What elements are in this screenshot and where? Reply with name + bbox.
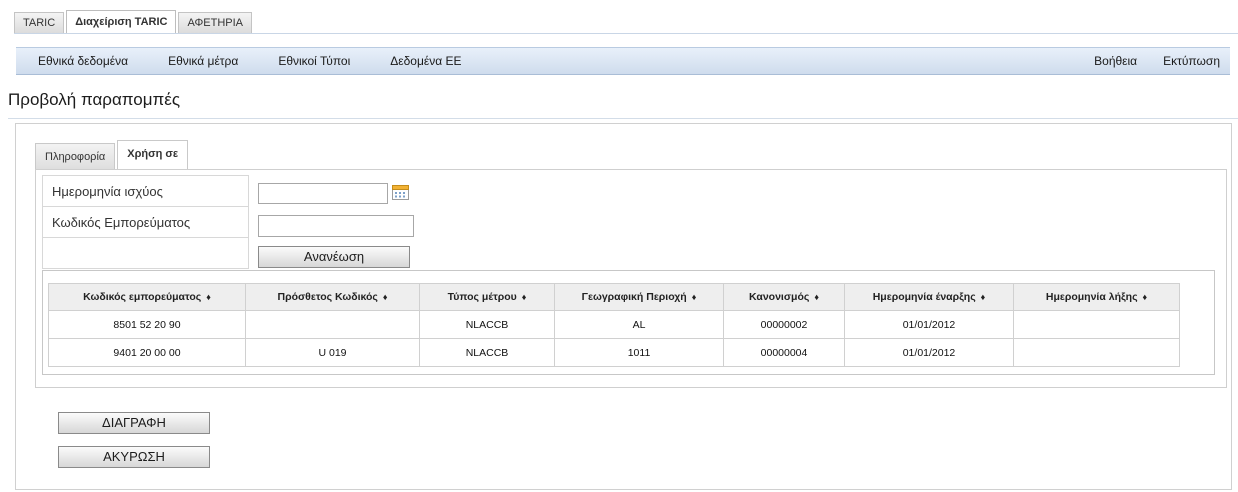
calendar-icon[interactable]	[392, 185, 409, 200]
top-tab-divider	[14, 33, 1238, 34]
col-header-measure-type[interactable]: Τύπος μέτρου ♦	[419, 283, 555, 311]
cell-start-date: 01/01/2012	[844, 338, 1014, 367]
cell-commodity-code: 9401 20 00 00	[48, 338, 246, 367]
table-header-row: Κωδικός εμπορεύματος ♦ Πρόσθετος Κωδικός ♦…	[48, 283, 1180, 311]
col-header-label: Κωδικός εμπορεύματος	[83, 291, 202, 303]
menu-item-print[interactable]: Εκτύπωση	[1163, 54, 1220, 68]
cell-additional-code: U 019	[245, 338, 420, 367]
commodity-code-input[interactable]	[258, 215, 414, 237]
title-divider	[8, 118, 1238, 119]
cell-commodity-code: 8501 52 20 90	[48, 310, 246, 339]
cell-regulation: 00000004	[723, 338, 845, 367]
menu-item-help[interactable]: Βοήθεια	[1094, 54, 1137, 68]
col-header-label: Γεωγραφική Περιοχή	[581, 291, 687, 303]
date-label: Ημερομηνία ισχύος	[42, 175, 249, 207]
sort-icon[interactable]: ♦	[1143, 292, 1148, 302]
cell-geo-area: AL	[554, 310, 724, 339]
cell-end-date	[1013, 338, 1180, 367]
cell-measure-type: NLACCB	[419, 338, 555, 367]
sort-icon[interactable]: ♦	[692, 292, 697, 302]
col-header-geo-area[interactable]: Γεωγραφική Περιοχή ♦	[554, 283, 724, 311]
table-row[interactable]: 8501 52 20 90 NLACCB AL 00000002 01/01/2…	[48, 310, 1180, 339]
refresh-button[interactable]: Ανανέωση	[258, 246, 410, 268]
table-row[interactable]: 9401 20 00 00 U 019 NLACCB 1011 00000004…	[48, 338, 1180, 367]
col-header-label: Ημερομηνία έναρξης	[872, 291, 976, 303]
menu-item-national-measures[interactable]: Εθνικά μέτρα	[168, 54, 238, 68]
cancel-button[interactable]: ΑΚΥΡΩΣΗ	[58, 446, 210, 468]
sort-icon[interactable]: ♦	[814, 292, 819, 302]
cell-additional-code	[245, 310, 420, 339]
sort-icon[interactable]: ♦	[981, 292, 986, 302]
page-title: Προβολή παραπομπές	[8, 90, 181, 109]
col-header-additional-code[interactable]: Πρόσθετος Κωδικός ♦	[245, 283, 420, 311]
tab-information[interactable]: Πληροφορία	[35, 143, 116, 169]
menu-left-group: Εθνικά δεδομένα Εθνικά μέτρα Εθνικοί Τύπ…	[16, 54, 480, 68]
results-table: Κωδικός εμπορεύματος ♦ Πρόσθετος Κωδικός ♦…	[48, 283, 1180, 367]
cell-end-date	[1013, 310, 1180, 339]
date-input[interactable]	[258, 183, 388, 204]
filter-form: Ημερομηνία ισχύος Κωδικός Εμπορεύματος	[42, 175, 249, 269]
commodity-code-label: Κωδικός Εμπορεύματος	[42, 206, 249, 238]
tab-starting-point[interactable]: ΑΦΕΤΗΡΙΑ	[178, 12, 253, 33]
col-header-label: Κανονισμός	[749, 291, 810, 303]
col-header-end-date[interactable]: Ημερομηνία λήξης ♦	[1013, 283, 1180, 311]
tab-taric-management[interactable]: Διαχείριση TARIC	[66, 10, 177, 33]
col-header-commodity-code[interactable]: Κωδικός εμπορεύματος ♦	[48, 283, 246, 311]
sort-icon[interactable]: ♦	[383, 292, 388, 302]
menu-item-national-data[interactable]: Εθνικά δεδομένα	[38, 54, 128, 68]
top-tab-bar: TARIC Διαχείριση TARIC ΑΦΕΤΗΡΙΑ	[14, 10, 254, 33]
delete-button[interactable]: ΔΙΑΓΡΑΦΗ	[58, 412, 210, 434]
col-header-regulation[interactable]: Κανονισμός ♦	[723, 283, 845, 311]
cell-measure-type: NLACCB	[419, 310, 555, 339]
inner-tab-bar: Πληροφορία Χρήση σε	[35, 140, 190, 169]
sort-icon[interactable]: ♦	[522, 292, 527, 302]
col-header-label: Πρόσθετος Κωδικός	[277, 291, 378, 303]
tab-taric[interactable]: TARIC	[14, 12, 65, 33]
cell-start-date: 01/01/2012	[844, 310, 1014, 339]
col-header-label: Ημερομηνία λήξης	[1045, 291, 1138, 303]
menu-item-eu-data[interactable]: Δεδομένα ΕΕ	[390, 54, 461, 68]
menu-right-group: Βοήθεια Εκτύπωση	[1068, 54, 1230, 68]
tab-used-in[interactable]: Χρήση σε	[117, 140, 189, 169]
col-header-start-date[interactable]: Ημερομηνία έναρξης ♦	[844, 283, 1014, 311]
sort-icon[interactable]: ♦	[206, 292, 211, 302]
cell-regulation: 00000002	[723, 310, 845, 339]
col-header-label: Τύπος μέτρου	[447, 291, 517, 303]
menu-item-national-types[interactable]: Εθνικοί Τύποι	[278, 54, 350, 68]
empty-label-cell	[42, 237, 249, 269]
main-menu-bar: Εθνικά δεδομένα Εθνικά μέτρα Εθνικοί Τύπ…	[16, 47, 1230, 75]
cell-geo-area: 1011	[554, 338, 724, 367]
